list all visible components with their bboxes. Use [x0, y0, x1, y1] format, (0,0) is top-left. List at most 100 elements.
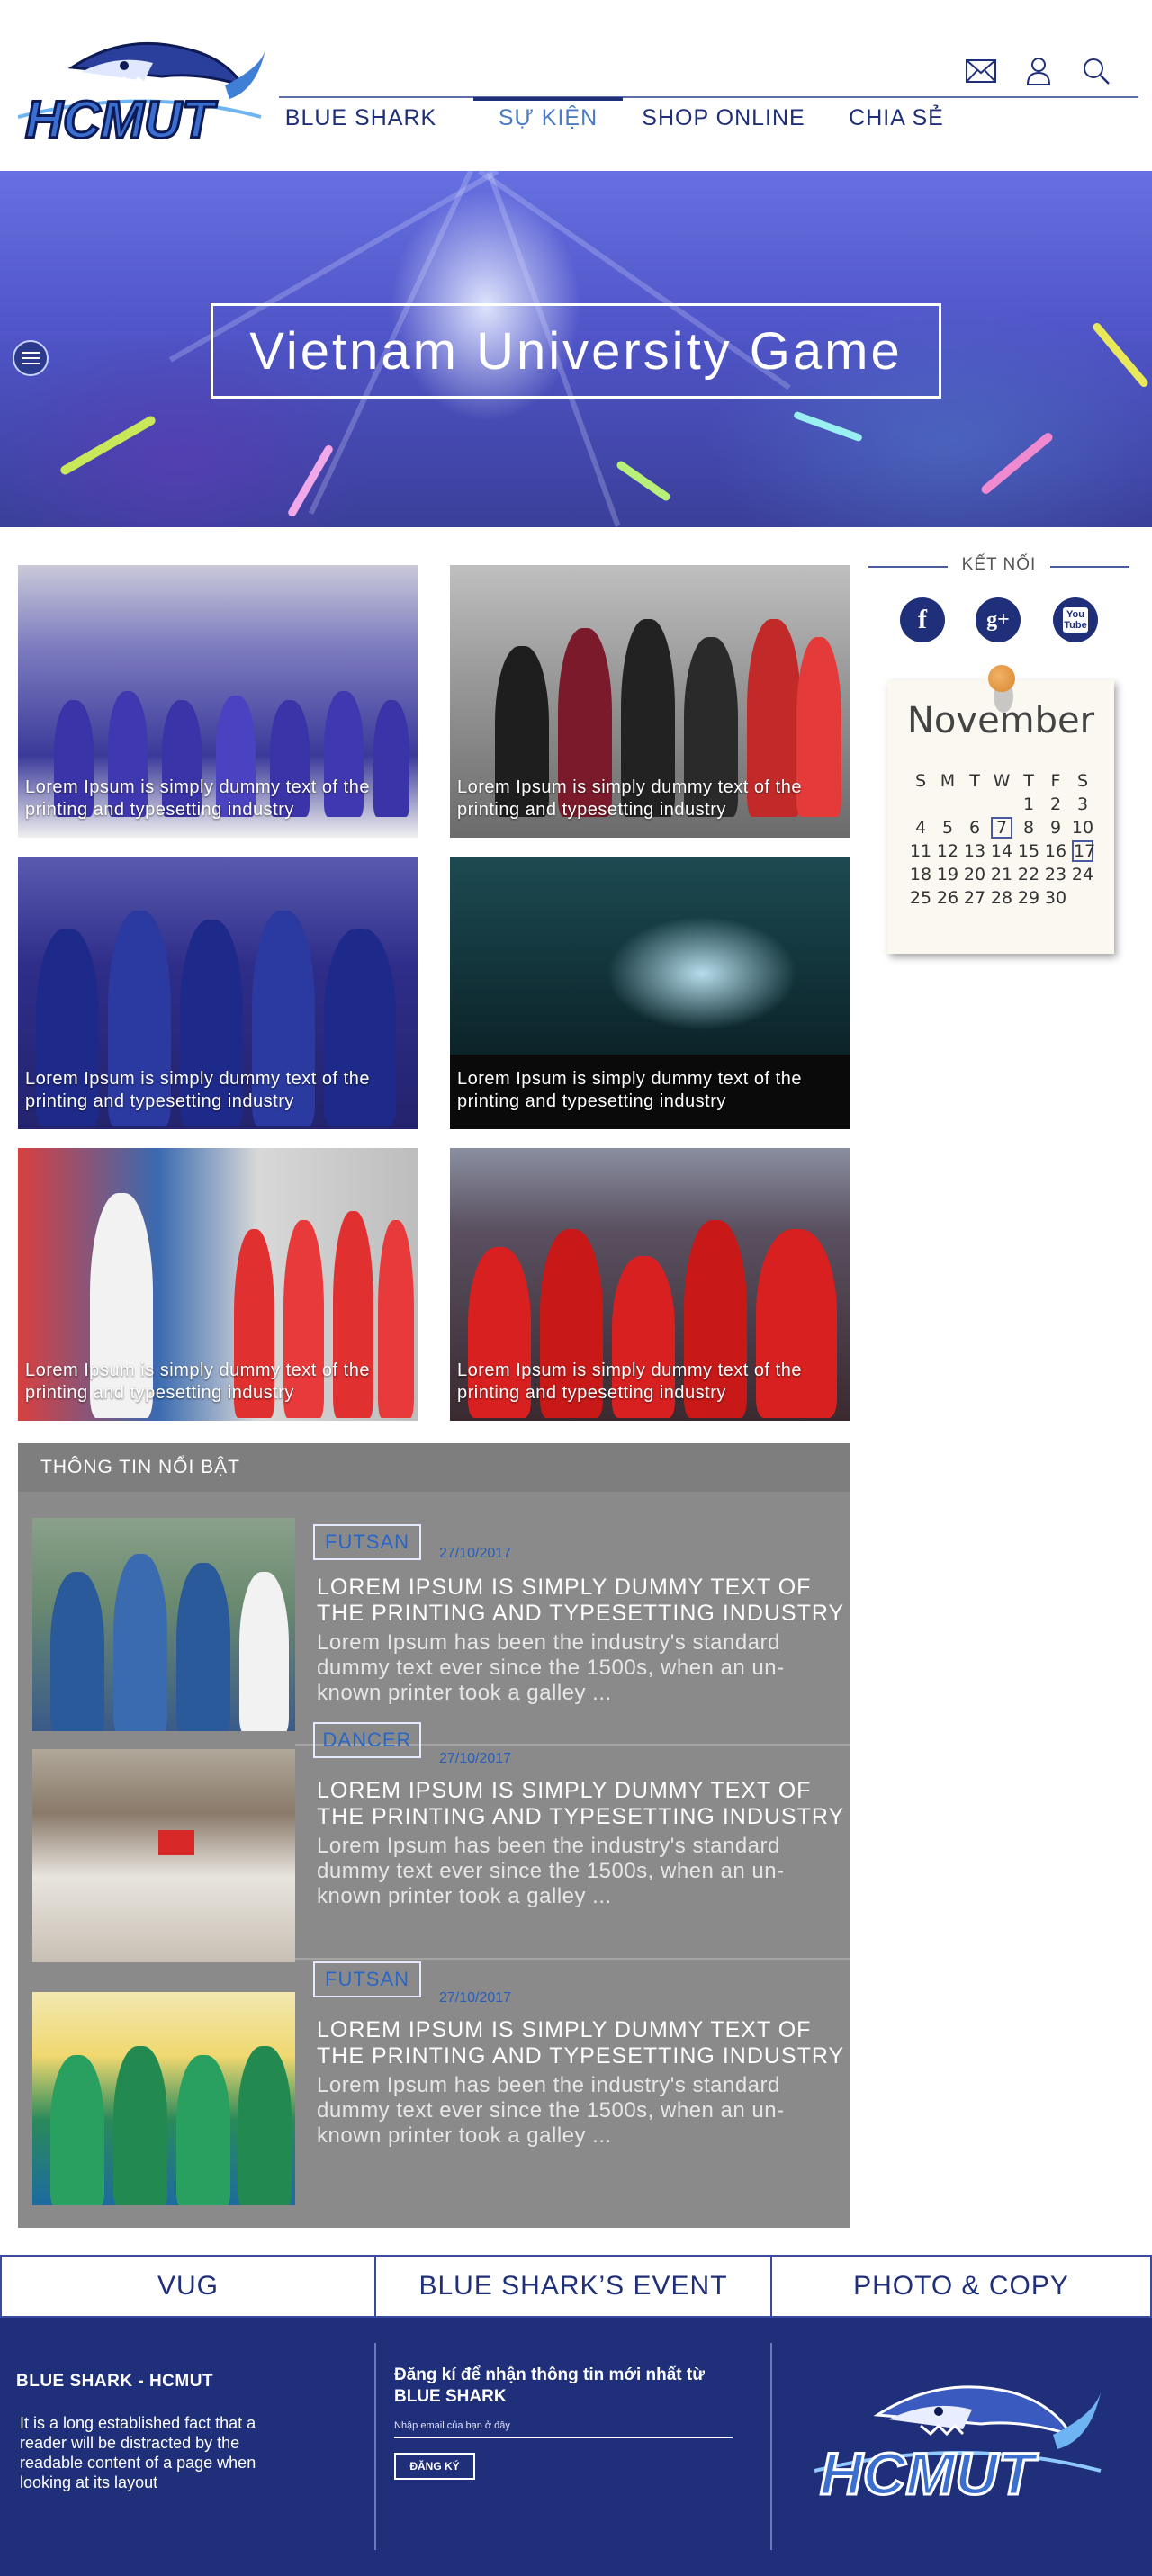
calendar-day[interactable]: 23 [1042, 864, 1069, 887]
tile-caption: Lorem Ipsum is simply dummy text of the … [457, 1360, 802, 1403]
footer-divider [770, 2343, 772, 2550]
article-thumbnail[interactable] [32, 1518, 295, 1731]
glow-stick [979, 431, 1055, 496]
calendar-day[interactable]: 18 [907, 864, 934, 887]
calendar-day[interactable]: 15 [1015, 840, 1042, 864]
facebook-icon[interactable]: f [900, 597, 945, 642]
calendar-day[interactable]: 26 [934, 887, 961, 911]
gallery-tile[interactable]: Lorem Ipsum is simply dummy text of the … [18, 565, 418, 838]
article-title[interactable]: LOREM IPSUM IS SIMPLY DUMMY TEXT OF THE … [317, 1575, 850, 1627]
calendar-day[interactable]: 1 [1015, 794, 1042, 817]
footer-nav: VUG BLUE SHARK’S EVENT PHOTO & COPY [0, 2255, 1152, 2318]
glow-stick [58, 414, 158, 477]
article-thumbnail[interactable] [32, 1992, 295, 2205]
calendar-day[interactable]: 25 [907, 887, 934, 911]
calendar-weekday: S [1076, 771, 1089, 791]
calendar-day[interactable]: 16 [1042, 840, 1069, 864]
footer-divider [374, 2343, 376, 2550]
featured-header: THÔNG TIN NỔI BẬT [18, 1443, 850, 1492]
article-date: 27/10/2017 [439, 1546, 512, 1561]
calendar-day[interactable]: 30 [1042, 887, 1069, 911]
calendar-day[interactable]: 2 [1042, 794, 1069, 817]
calendar-day[interactable]: 7 [988, 817, 1015, 840]
subscribe-button[interactable]: ĐĂNG KÝ [394, 2453, 475, 2480]
calendar-day[interactable]: 11 [907, 840, 934, 864]
calendar-day[interactable]: 19 [934, 864, 961, 887]
article-tag[interactable]: FUTSAN [313, 1524, 421, 1560]
calendar-day[interactable]: 20 [961, 864, 988, 887]
connect-section-title: KẾT NỐI [868, 555, 1130, 582]
footer-brand: BLUE SHARK - HCMUT [16, 2372, 214, 2391]
hcmut-shark-logo[interactable]: HCMUT [18, 31, 270, 148]
header-icons [966, 56, 1112, 86]
nav-su-kien[interactable]: SỰ KIỆN [473, 97, 623, 135]
calendar-day[interactable]: 13 [961, 840, 988, 864]
calendar-day[interactable]: 4 [907, 817, 934, 840]
calendar-day[interactable]: 3 [1069, 794, 1096, 817]
push-pin-icon [988, 665, 1015, 692]
article-tag[interactable]: DANCER [313, 1722, 421, 1758]
gallery-tile[interactable]: Lorem Ipsum is simply dummy text of the … [450, 565, 850, 838]
calendar-grid: S M T W T F S 1 2 3 4 5 6 7 8 9 10 11 12 13 14 15 16 17 18 19 20 21… [907, 770, 1096, 911]
calendar-day[interactable]: 12 [934, 840, 961, 864]
gallery-tile[interactable]: Lorem Ipsum is simply dummy text of the … [450, 857, 850, 1129]
calendar-day[interactable]: 14 [988, 840, 1015, 864]
glow-stick [615, 459, 672, 503]
site-header: HCMUT BLUE SHARK SỰ KIỆN SHOP ONLINE CHI… [0, 0, 1152, 171]
footer-nav-vug[interactable]: VUG [2, 2257, 376, 2316]
calendar-day[interactable]: 29 [1015, 887, 1042, 911]
mail-icon[interactable] [966, 56, 996, 86]
calendar-day[interactable]: 24 [1069, 864, 1096, 887]
tile-caption: Lorem Ipsum is simply dummy text of the … [457, 777, 802, 820]
calendar-day[interactable]: 5 [934, 817, 961, 840]
article-date: 27/10/2017 [439, 1751, 512, 1766]
hero-title-box: Vietnam University Game [211, 303, 941, 399]
user-icon[interactable] [1023, 56, 1054, 86]
calendar-day[interactable]: 28 [988, 887, 1015, 911]
calendar-day[interactable]: 27 [961, 887, 988, 911]
hcmut-shark-logo[interactable]: HCMUT [814, 2370, 1112, 2505]
article-tag[interactable]: FUTSAN [313, 1961, 421, 1997]
hamburger-menu-icon[interactable] [13, 340, 49, 376]
calendar-empty-cell [988, 794, 1015, 817]
nav-shop-online[interactable]: SHOP ONLINE [634, 99, 814, 137]
connect-label: KẾT NỐI [961, 555, 1037, 574]
calendar-weekday: F [1050, 771, 1061, 791]
calendar-day[interactable]: 9 [1042, 817, 1069, 840]
article-title[interactable]: LOREM IPSUM IS SIMPLY DUMMY TEXT OF THE … [317, 1778, 850, 1830]
logo-text: HCMUT [25, 91, 218, 148]
gallery-tile[interactable]: Lorem Ipsum is simply dummy text of the … [18, 1148, 418, 1421]
email-field[interactable] [394, 2415, 733, 2438]
calendar-weekday: T [1023, 771, 1034, 791]
article-divider [295, 1958, 850, 1960]
calendar-day[interactable]: 22 [1015, 864, 1042, 887]
article-description: Lorem Ipsum has been the industry's stan… [317, 1834, 785, 1908]
footer-nav-photo-copy[interactable]: PHOTO & COPY [772, 2257, 1150, 2316]
calendar-day[interactable]: 6 [961, 817, 988, 840]
youtube-icon[interactable]: You Tube [1053, 597, 1098, 642]
search-icon[interactable] [1081, 56, 1112, 86]
featured-news: THÔNG TIN NỔI BẬT FUTSAN 27/10/2017 LORE… [18, 1443, 850, 2228]
calendar-day[interactable]: 21 [988, 864, 1015, 887]
calendar-widget: November S M T W T F S 1 2 3 4 5 6 7 8 9 10 11 12 13 14 15 16 1… [887, 665, 1114, 954]
site-footer: BLUE SHARK - HCMUT It is a long establis… [0, 2318, 1152, 2576]
divider [1050, 566, 1130, 568]
calendar-day[interactable]: 8 [1015, 817, 1042, 840]
gallery-tile[interactable]: Lorem Ipsum is simply dummy text of the … [18, 857, 418, 1129]
google-plus-icon[interactable]: g+ [976, 597, 1021, 642]
divider [868, 566, 948, 568]
nav-blue-shark[interactable]: BLUE SHARK [279, 99, 443, 137]
calendar-day[interactable]: 10 [1069, 817, 1096, 840]
header-divider [279, 96, 1138, 98]
calendar-weekday: M [940, 771, 956, 791]
footer-nav-events[interactable]: BLUE SHARK’S EVENT [376, 2257, 772, 2316]
calendar-day[interactable]: 17 [1069, 840, 1096, 864]
gallery-tile[interactable]: Lorem Ipsum is simply dummy text of the … [450, 1148, 850, 1421]
nav-chia-se[interactable]: CHIA SẺ [842, 99, 950, 137]
tile-caption: Lorem Ipsum is simply dummy text of the … [25, 777, 370, 820]
logo-text: HCMUT [820, 2440, 1039, 2505]
footer-about: It is a long established fact that a rea… [20, 2414, 256, 2491]
article-thumbnail[interactable] [32, 1749, 295, 1962]
hero-title: Vietnam University Game [249, 321, 903, 381]
article-title[interactable]: LOREM IPSUM IS SIMPLY DUMMY TEXT OF THE … [317, 2017, 850, 2069]
